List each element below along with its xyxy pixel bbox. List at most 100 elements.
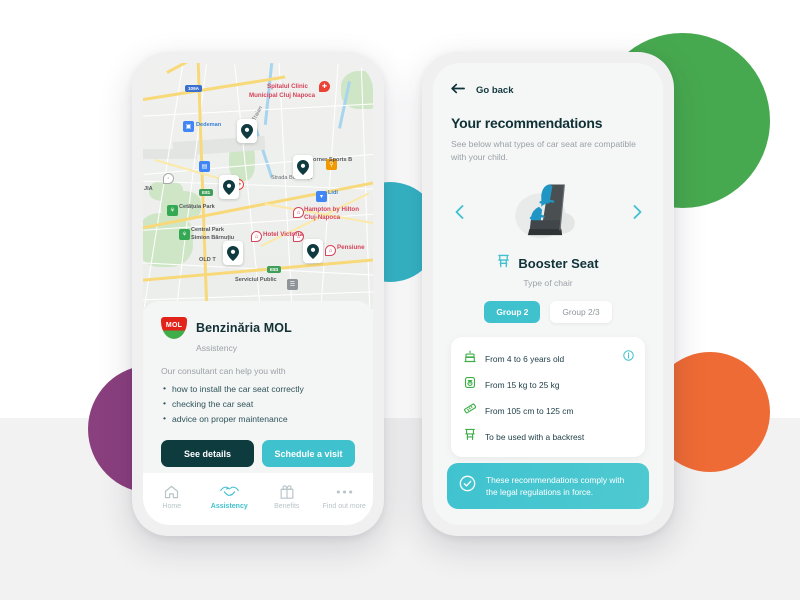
- map-label: Pensiune: [337, 244, 365, 251]
- map-label: Municipal Cluj Napoca: [249, 92, 316, 99]
- map-label: Spitalul Clinic: [267, 83, 308, 90]
- sidebar-item-label: Benefits: [274, 503, 300, 510]
- map-rail-block: [143, 149, 197, 159]
- spec-row-backrest: To be used with a backrest: [464, 428, 632, 446]
- map-label: Dedeman: [196, 122, 222, 128]
- map-shield-e83: E83: [267, 266, 282, 273]
- spec-row-age: From 4 to 6 years old: [464, 350, 632, 368]
- spec-card: From 4 to 6 years old From 15 kg to 25 k…: [451, 336, 645, 457]
- check-circle-icon: [459, 475, 476, 497]
- go-back-button[interactable]: Go back: [451, 81, 645, 99]
- recommendations-page: Go back Your recommendations See below w…: [433, 63, 663, 525]
- map-view[interactable]: ▣ ▤ ▾ ⚲ ⚘ ⚘ ☰ ✚ ✚ ⌂ ⌂ ⌂ ⌂ ◦ 109A E81 E83…: [143, 63, 373, 309]
- map-poi-hospital-icon[interactable]: ✚: [319, 81, 330, 92]
- map-label: Central Park: [191, 227, 224, 233]
- sidebar-item-assistency[interactable]: Assistency: [201, 484, 259, 510]
- map-label: Cluj-Napoca: [304, 214, 341, 221]
- chevron-left-icon[interactable]: [451, 204, 467, 220]
- phone-mockup-left: ▣ ▤ ▾ ⚲ ⚘ ⚘ ☰ ✚ ✚ ⌂ ⌂ ⌂ ⌂ ◦ 109A E81 E83…: [132, 52, 384, 536]
- station-info-card: MOL Benzinăria MOL Assistency Our consul…: [143, 301, 373, 473]
- map-poi-lidl-icon[interactable]: ▾: [316, 191, 327, 202]
- list-item: how to install the car seat correctly: [161, 383, 355, 394]
- info-icon[interactable]: [623, 348, 634, 366]
- help-topics-list: how to install the car seat correctly ch…: [161, 383, 355, 424]
- sidebar-item-label: Find out more: [322, 503, 366, 510]
- phone-mockup-right: Go back Your recommendations See below w…: [422, 52, 674, 536]
- spec-text: To be used with a backrest: [485, 431, 585, 442]
- bottom-navigation: Home Assistency Benefits Find out more: [143, 473, 373, 525]
- list-item: advice on proper maintenance: [161, 413, 355, 424]
- seat-type-subtitle: Type of chair: [523, 277, 573, 288]
- sidebar-item-find-out-more[interactable]: Find out more: [316, 484, 374, 510]
- mol-logo-text: MOL: [165, 322, 183, 329]
- scale-icon: [464, 376, 476, 394]
- seat-carousel: [451, 176, 645, 248]
- legal-compliance-banner: These recommendations comply with the le…: [447, 462, 649, 509]
- chevron-right-icon[interactable]: [629, 204, 645, 220]
- map-marker-pin[interactable]: [293, 155, 313, 179]
- gift-icon: [280, 484, 294, 499]
- map-label: Hampton by Hilton: [304, 206, 359, 213]
- map-label: Lidl: [328, 190, 338, 196]
- map-shield-e81: E81: [199, 189, 214, 196]
- brand-name: Benzinăria MOL: [196, 321, 292, 335]
- seat-type-name: Booster Seat: [518, 255, 599, 271]
- screenshot-canvas: ▣ ▤ ▾ ⚲ ⚘ ⚘ ☰ ✚ ✚ ⌂ ⌂ ⌂ ⌂ ◦ 109A E81 E83…: [0, 0, 800, 600]
- map-poi-park-icon[interactable]: ⚘: [179, 229, 190, 240]
- map-poi-hotel-icon[interactable]: ⌂: [293, 207, 304, 218]
- map-poi-transit-icon[interactable]: ▤: [199, 161, 210, 172]
- brand-row: MOL Benzinăria MOL: [161, 317, 355, 339]
- map-poi-hotel-icon[interactable]: ⌂: [325, 245, 336, 256]
- map-label: Serviciul Public: [235, 277, 277, 283]
- map-pin-icon: [297, 159, 309, 175]
- arrow-left-icon: [451, 81, 465, 99]
- more-dots-icon: [336, 484, 353, 499]
- home-icon: [164, 484, 179, 499]
- group-pill-row: Group 2 Group 2/3: [451, 300, 645, 323]
- map-marker-pin[interactable]: [237, 119, 257, 143]
- chair-backrest-icon: [464, 428, 476, 446]
- map-pin-icon: [307, 243, 319, 259]
- legal-banner-text: These recommendations comply with the le…: [486, 474, 625, 497]
- sidebar-item-benefits[interactable]: Benefits: [258, 484, 316, 510]
- map-poi-generic-icon[interactable]: ◦: [163, 173, 174, 184]
- map-poi-civic-icon[interactable]: ☰: [287, 279, 298, 290]
- ruler-icon: [464, 402, 477, 420]
- spec-text: From 15 kg to 25 kg: [485, 379, 560, 390]
- seat-type-row: Booster Seat: [451, 254, 645, 273]
- map-poi-store-icon[interactable]: ▣: [183, 121, 194, 132]
- phone-left-screen: ▣ ▤ ▾ ⚲ ⚘ ⚘ ☰ ✚ ✚ ⌂ ⌂ ⌂ ⌂ ◦ 109A E81 E83…: [143, 63, 373, 525]
- phone-right-screen: Go back Your recommendations See below w…: [433, 63, 663, 525]
- map-label: Corner Sports B: [309, 157, 353, 163]
- map-shield-109a: 109A: [185, 85, 202, 92]
- list-item: checking the car seat: [161, 398, 355, 409]
- map-pin-icon: [241, 123, 253, 139]
- spec-row-height: From 105 cm to 125 cm: [464, 402, 632, 420]
- chair-icon: [497, 254, 510, 273]
- map-label: Cetățuia Park: [179, 204, 215, 210]
- booster-car-seat-illustration: [515, 184, 575, 238]
- brand-subtitle: Assistency: [196, 343, 238, 353]
- handshake-icon: [219, 484, 239, 499]
- map-marker-pin[interactable]: [303, 239, 323, 263]
- spec-row-weight: From 15 kg to 25 kg: [464, 376, 632, 394]
- group-pill-group-2[interactable]: Group 2: [484, 300, 541, 323]
- card-action-row: See details Schedule a visit: [161, 440, 355, 467]
- sidebar-item-label: Home: [162, 503, 182, 510]
- page-title: Your recommendations: [451, 115, 603, 131]
- map-poi-hotel-icon[interactable]: ⌂: [251, 231, 262, 242]
- page-subtitle: See below what types of car seat are com…: [451, 139, 636, 162]
- map-marker-pin[interactable]: [219, 175, 239, 199]
- schedule-visit-button[interactable]: Schedule a visit: [262, 440, 355, 467]
- map-label: OLD T: [199, 257, 216, 263]
- map-marker-pin[interactable]: [223, 241, 243, 265]
- see-details-button[interactable]: See details: [161, 440, 254, 467]
- go-back-label: Go back: [476, 84, 514, 96]
- map-poi-park-icon[interactable]: ⚘: [167, 205, 178, 216]
- sidebar-item-home[interactable]: Home: [143, 484, 201, 510]
- cake-icon: [464, 350, 476, 368]
- group-pill-group-2-3[interactable]: Group 2/3: [550, 300, 612, 323]
- map-park-area: [149, 181, 183, 201]
- spec-text: From 105 cm to 125 cm: [485, 405, 574, 416]
- sidebar-item-label: Assistency: [210, 503, 248, 510]
